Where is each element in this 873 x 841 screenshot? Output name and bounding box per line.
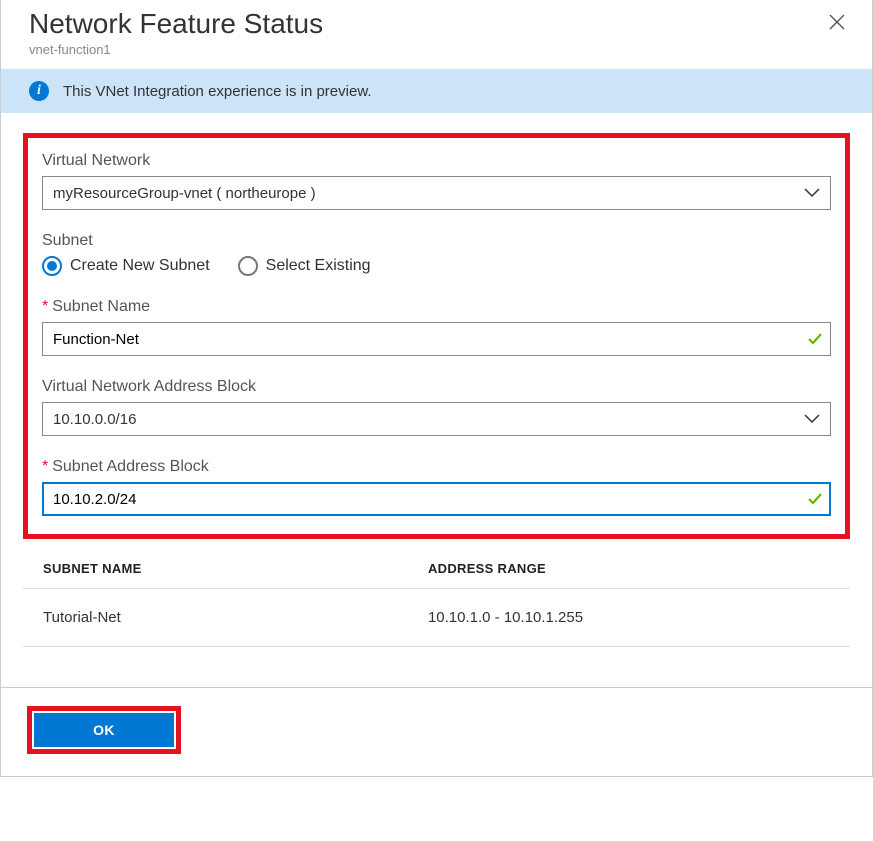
cell-address-range: 10.10.1.0 - 10.10.1.255 (420, 589, 850, 647)
col-subnet-name: SUBNET NAME (23, 549, 420, 589)
radio-selected-icon (42, 256, 62, 276)
valid-check-icon (807, 491, 823, 507)
close-icon[interactable] (822, 8, 852, 40)
info-icon: i (29, 81, 49, 101)
chevron-down-icon (804, 414, 820, 424)
vnet-select[interactable]: myResourceGroup-vnet ( northeurope ) (42, 176, 831, 210)
table-header-row: SUBNET NAME ADDRESS RANGE (23, 549, 850, 589)
col-address-range: ADDRESS RANGE (420, 549, 850, 589)
cell-subnet-name: Tutorial-Net (23, 589, 420, 647)
panel-header: Network Feature Status vnet-function1 (1, 0, 872, 69)
radio-select-label: Select Existing (266, 257, 371, 275)
radio-create-label: Create New Subnet (70, 257, 210, 275)
subnet-label: Subnet (42, 232, 831, 250)
subnet-address-block-input[interactable] (42, 482, 831, 516)
info-message: This VNet Integration experience is in p… (63, 83, 372, 100)
required-marker: * (42, 298, 48, 315)
ok-button-highlight: OK (27, 706, 181, 754)
subnet-address-block-label: *Subnet Address Block (42, 458, 831, 476)
radio-create-new-subnet[interactable]: Create New Subnet (42, 256, 210, 276)
subnet-radio-group: Create New Subnet Select Existing (42, 256, 831, 276)
info-banner: i This VNet Integration experience is in… (1, 69, 872, 113)
chevron-down-icon (804, 188, 820, 198)
form-highlight-box: Virtual Network myResourceGroup-vnet ( n… (23, 133, 850, 539)
vnet-address-block-label: Virtual Network Address Block (42, 378, 831, 396)
table-row: Tutorial-Net 10.10.1.0 - 10.10.1.255 (23, 589, 850, 647)
vnet-label: Virtual Network (42, 152, 831, 170)
required-marker: * (42, 458, 48, 475)
panel-footer: OK (1, 687, 872, 776)
radio-unselected-icon (238, 256, 258, 276)
vnet-select-value: myResourceGroup-vnet ( northeurope ) (53, 185, 316, 202)
panel-network-feature-status: Network Feature Status vnet-function1 i … (0, 0, 873, 777)
page-subtitle: vnet-function1 (29, 42, 822, 57)
valid-check-icon (807, 331, 823, 347)
subnet-name-input[interactable] (42, 322, 831, 356)
vnet-address-block-value: 10.10.0.0/16 (53, 411, 136, 428)
subnet-name-label: *Subnet Name (42, 298, 831, 316)
page-title: Network Feature Status (29, 8, 822, 40)
vnet-address-block-select[interactable]: 10.10.0.0/16 (42, 402, 831, 436)
ok-button[interactable]: OK (34, 713, 174, 747)
radio-select-existing[interactable]: Select Existing (238, 256, 371, 276)
subnet-table: SUBNET NAME ADDRESS RANGE Tutorial-Net 1… (23, 549, 850, 647)
